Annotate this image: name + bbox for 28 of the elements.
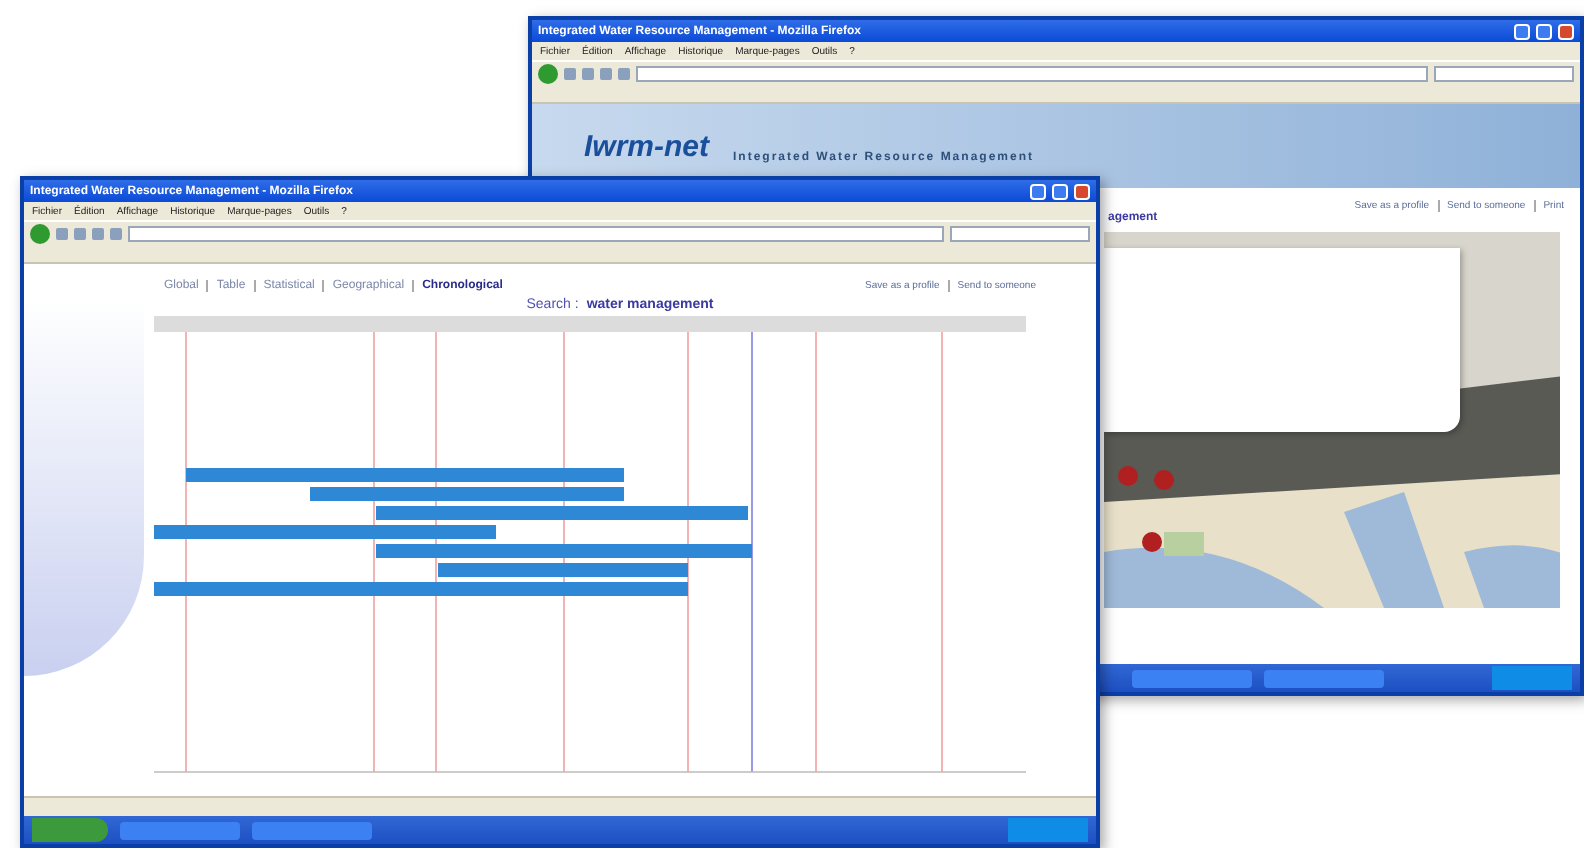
- start-button[interactable]: [32, 818, 108, 842]
- forward-icon[interactable]: [56, 228, 68, 240]
- system-tray: [1492, 666, 1572, 690]
- address-field[interactable]: [128, 226, 944, 242]
- taskbar-item[interactable]: [120, 821, 240, 839]
- reload-icon[interactable]: [74, 228, 86, 240]
- back-button[interactable]: [30, 224, 50, 244]
- home-icon[interactable]: [618, 68, 630, 80]
- taskbar-item[interactable]: [1264, 669, 1384, 687]
- taskbar-item[interactable]: [252, 821, 372, 839]
- search-field[interactable]: [1434, 66, 1574, 82]
- site-logo: Iwrm-net: [584, 129, 710, 163]
- forward-icon[interactable]: [564, 68, 576, 80]
- minimize-button[interactable]: [1030, 183, 1046, 199]
- back-button[interactable]: [538, 64, 558, 84]
- stop-icon[interactable]: [92, 228, 104, 240]
- maximize-button[interactable]: [1536, 23, 1552, 39]
- maximize-button[interactable]: [1052, 183, 1068, 199]
- address-field[interactable]: [636, 66, 1428, 82]
- system-tray: [1008, 818, 1088, 842]
- search-field[interactable]: [950, 226, 1090, 242]
- taskbar-item[interactable]: [1132, 669, 1252, 687]
- home-icon[interactable]: [110, 228, 122, 240]
- close-button[interactable]: [1074, 183, 1090, 199]
- minimize-button[interactable]: [1514, 23, 1530, 39]
- close-button[interactable]: [1558, 23, 1574, 39]
- reload-icon[interactable]: [582, 68, 594, 80]
- stop-icon[interactable]: [600, 68, 612, 80]
